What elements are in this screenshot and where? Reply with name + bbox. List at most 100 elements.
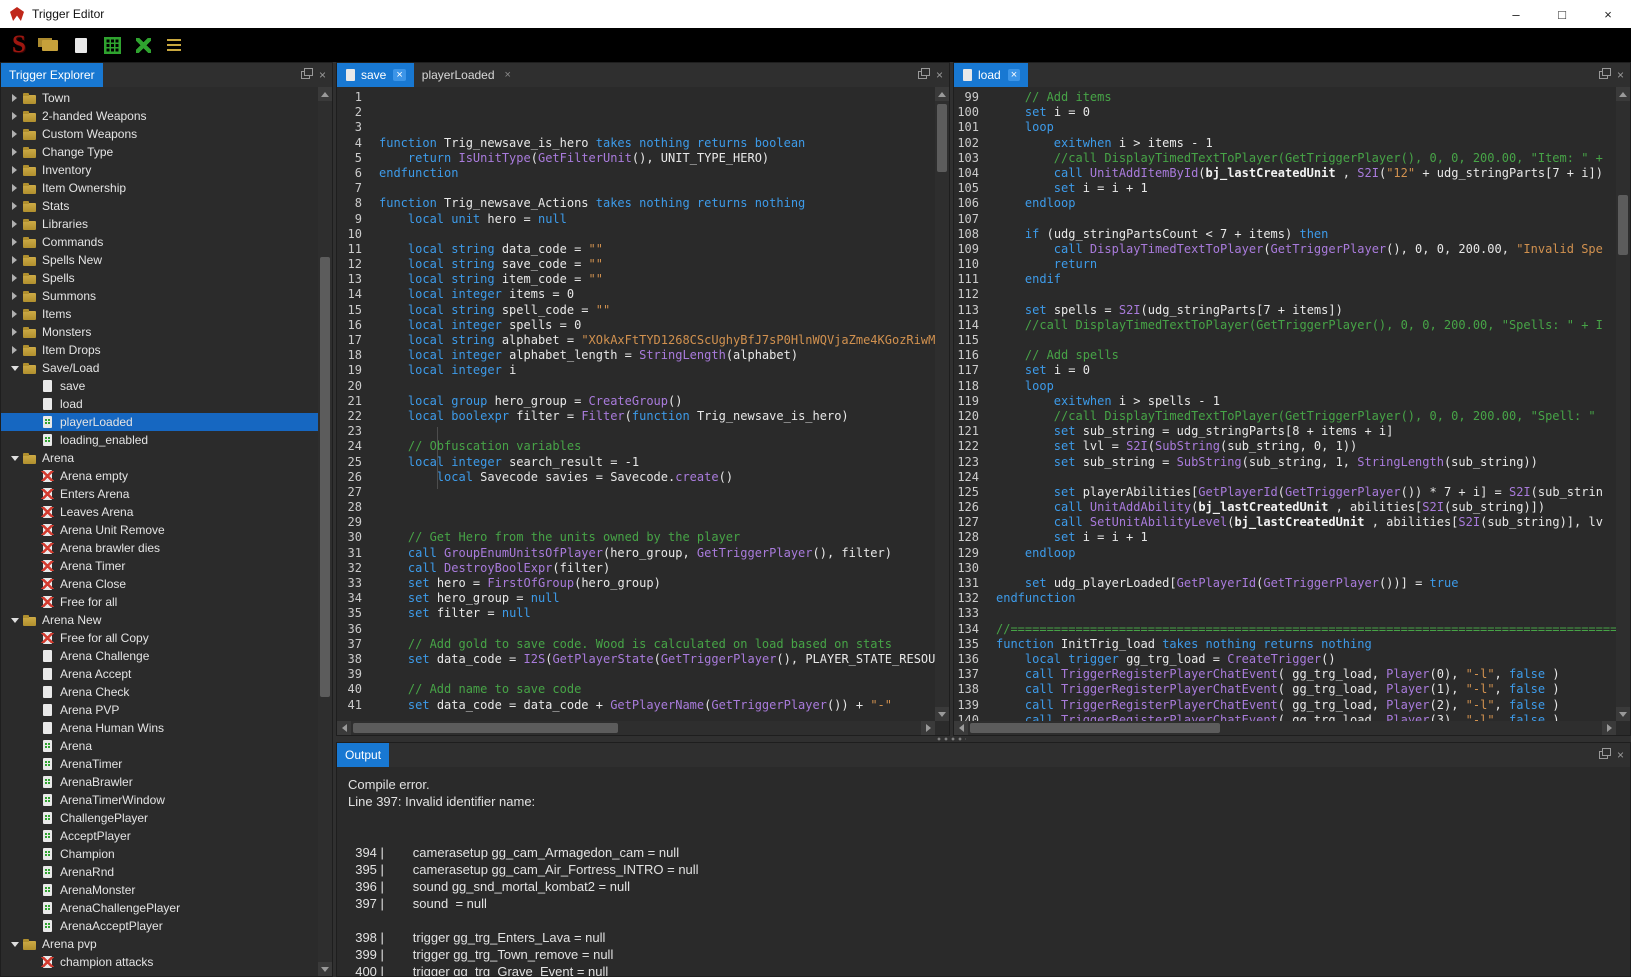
close-tab-icon[interactable]: × xyxy=(1008,69,1020,81)
center-code[interactable]: function Trig_newsave_is_hero takes noth… xyxy=(371,87,935,721)
tree-item-inventory[interactable]: Inventory xyxy=(1,161,318,179)
scroll-left-icon[interactable] xyxy=(954,721,968,735)
float-panel-icon[interactable] xyxy=(301,71,310,79)
tree-item-item-ownership[interactable]: Item Ownership xyxy=(1,179,318,197)
tree-item-arena-human-wins[interactable]: Arena Human Wins xyxy=(1,719,318,737)
float-panel-icon[interactable] xyxy=(1599,71,1608,79)
tree-item-enters-arena[interactable]: Enters Arena xyxy=(1,485,318,503)
scroll-right-icon[interactable] xyxy=(1602,721,1616,735)
tree-item-2-handed-weapons[interactable]: 2-handed Weapons xyxy=(1,107,318,125)
tab-playerloaded[interactable]: playerLoaded× xyxy=(414,63,522,87)
expand-arrow-icon[interactable] xyxy=(7,251,22,269)
tree-item-leaves-arena[interactable]: Leaves Arena xyxy=(1,503,318,521)
tree-item-loading-enabled[interactable]: loading_enabled xyxy=(1,431,318,449)
tree-item-arena-accept[interactable]: Arena Accept xyxy=(1,665,318,683)
expand-arrow-icon[interactable] xyxy=(7,341,22,359)
tree-item-load[interactable]: load xyxy=(1,395,318,413)
tree-item-arena-timer[interactable]: Arena Timer xyxy=(1,557,318,575)
tree-item-custom-weapons[interactable]: Custom Weapons xyxy=(1,125,318,143)
tree-item-arenabrawler[interactable]: ArenaBrawler xyxy=(1,773,318,791)
tree-item-acceptplayer[interactable]: AcceptPlayer xyxy=(1,827,318,845)
collapse-arrow-icon[interactable] xyxy=(7,359,22,377)
tree-item-arena[interactable]: Arena xyxy=(1,737,318,755)
tree-item-arenarnd[interactable]: ArenaRnd xyxy=(1,863,318,881)
editor-logo-icon[interactable]: S xyxy=(8,32,30,58)
expand-arrow-icon[interactable] xyxy=(7,323,22,341)
tree-item-change-type[interactable]: Change Type xyxy=(1,143,318,161)
tab-output[interactable]: Output xyxy=(337,743,389,767)
new-gui-trigger-icon[interactable] xyxy=(101,32,123,58)
close-panel-icon[interactable]: × xyxy=(319,69,326,81)
tree-item-arenaacceptplayer[interactable]: ArenaAcceptPlayer xyxy=(1,917,318,935)
collapse-arrow-icon[interactable] xyxy=(7,611,22,629)
center-vscrollbar[interactable] xyxy=(935,87,949,721)
expand-arrow-icon[interactable] xyxy=(7,107,22,125)
tab-save[interactable]: save× xyxy=(337,63,414,87)
scroll-up-icon[interactable] xyxy=(935,87,949,101)
tree-item-spells[interactable]: Spells xyxy=(1,269,318,287)
expand-arrow-icon[interactable] xyxy=(7,269,22,287)
tree-item-monsters[interactable]: Monsters xyxy=(1,323,318,341)
tree-item-arena-close[interactable]: Arena Close xyxy=(1,575,318,593)
tree-item-challengeplayer[interactable]: ChallengePlayer xyxy=(1,809,318,827)
tree-item-arenatimerwindow[interactable]: ArenaTimerWindow xyxy=(1,791,318,809)
scroll-down-icon[interactable] xyxy=(935,707,949,721)
right-hscrollbar[interactable] xyxy=(954,721,1616,735)
scroll-right-icon[interactable] xyxy=(921,721,935,735)
tab-load[interactable]: load× xyxy=(954,63,1028,87)
tree-item-libraries[interactable]: Libraries xyxy=(1,215,318,233)
scroll-up-icon[interactable] xyxy=(1616,87,1630,101)
new-category-icon[interactable] xyxy=(39,32,61,58)
tree-item-save-load[interactable]: Save/Load xyxy=(1,359,318,377)
expand-arrow-icon[interactable] xyxy=(7,125,22,143)
tree-item-arena-unit-remove[interactable]: Arena Unit Remove xyxy=(1,521,318,539)
tree-item-playerloaded[interactable]: playerLoaded xyxy=(1,413,318,431)
editor-load[interactable]: 9910010110210310410510610710810911011111… xyxy=(954,87,1616,721)
tree-item-arena-brawler-dies[interactable]: Arena brawler dies xyxy=(1,539,318,557)
scroll-down-icon[interactable] xyxy=(318,962,332,976)
collapse-arrow-icon[interactable] xyxy=(7,449,22,467)
expand-arrow-icon[interactable] xyxy=(7,233,22,251)
tree-item-item-drops[interactable]: Item Drops xyxy=(1,341,318,359)
expand-arrow-icon[interactable] xyxy=(7,143,22,161)
tree-item-spells-new[interactable]: Spells New xyxy=(1,251,318,269)
expand-arrow-icon[interactable] xyxy=(7,197,22,215)
expand-arrow-icon[interactable] xyxy=(7,179,22,197)
collapse-arrow-icon[interactable] xyxy=(7,935,22,953)
tree-item-arena-pvp[interactable]: Arena PVP xyxy=(1,701,318,719)
tree-item-stats[interactable]: Stats xyxy=(1,197,318,215)
scrollbar-thumb[interactable] xyxy=(353,723,618,733)
close-panel-icon[interactable]: × xyxy=(1617,69,1624,81)
expand-arrow-icon[interactable] xyxy=(7,305,22,323)
close-panel-icon[interactable]: × xyxy=(1617,749,1624,761)
tree-item-champion[interactable]: Champion xyxy=(1,845,318,863)
tree-item-arenamonster[interactable]: ArenaMonster xyxy=(1,881,318,899)
expand-arrow-icon[interactable] xyxy=(7,89,22,107)
tree-item-arena[interactable]: Arena xyxy=(1,449,318,467)
tree-item-commands[interactable]: Commands xyxy=(1,233,318,251)
scroll-down-icon[interactable] xyxy=(1616,707,1630,721)
tree-item-items[interactable]: Items xyxy=(1,305,318,323)
tree-item-champion-attacks[interactable]: champion attacks xyxy=(1,953,318,971)
tree-item-summons[interactable]: Summons xyxy=(1,287,318,305)
scrollbar-thumb[interactable] xyxy=(937,104,947,172)
scrollbar-thumb[interactable] xyxy=(970,723,1220,733)
center-hscrollbar[interactable] xyxy=(337,721,935,735)
right-vscrollbar[interactable] xyxy=(1616,87,1630,721)
tree-item-town[interactable]: Town xyxy=(1,89,318,107)
new-trigger-icon[interactable] xyxy=(70,32,92,58)
close-panel-icon[interactable]: × xyxy=(936,69,943,81)
tree-item-save[interactable]: save xyxy=(1,377,318,395)
tree-item-arenachallengeplayer[interactable]: ArenaChallengePlayer xyxy=(1,899,318,917)
scroll-up-icon[interactable] xyxy=(318,87,332,101)
close-tab-icon[interactable]: × xyxy=(502,69,514,81)
tree-item-arenatimer[interactable]: ArenaTimer xyxy=(1,755,318,773)
tree-item-arena-empty[interactable]: Arena empty xyxy=(1,467,318,485)
close-tab-icon[interactable]: × xyxy=(393,69,405,81)
right-code[interactable]: // Add items set i = 0 loop exitwhen i >… xyxy=(988,87,1616,721)
tree-item-arena-challenge[interactable]: Arena Challenge xyxy=(1,647,318,665)
tree-item-arena-new[interactable]: Arena New xyxy=(1,611,318,629)
expand-arrow-icon[interactable] xyxy=(7,215,22,233)
convert-to-text-icon[interactable] xyxy=(132,32,154,58)
expand-arrow-icon[interactable] xyxy=(7,161,22,179)
